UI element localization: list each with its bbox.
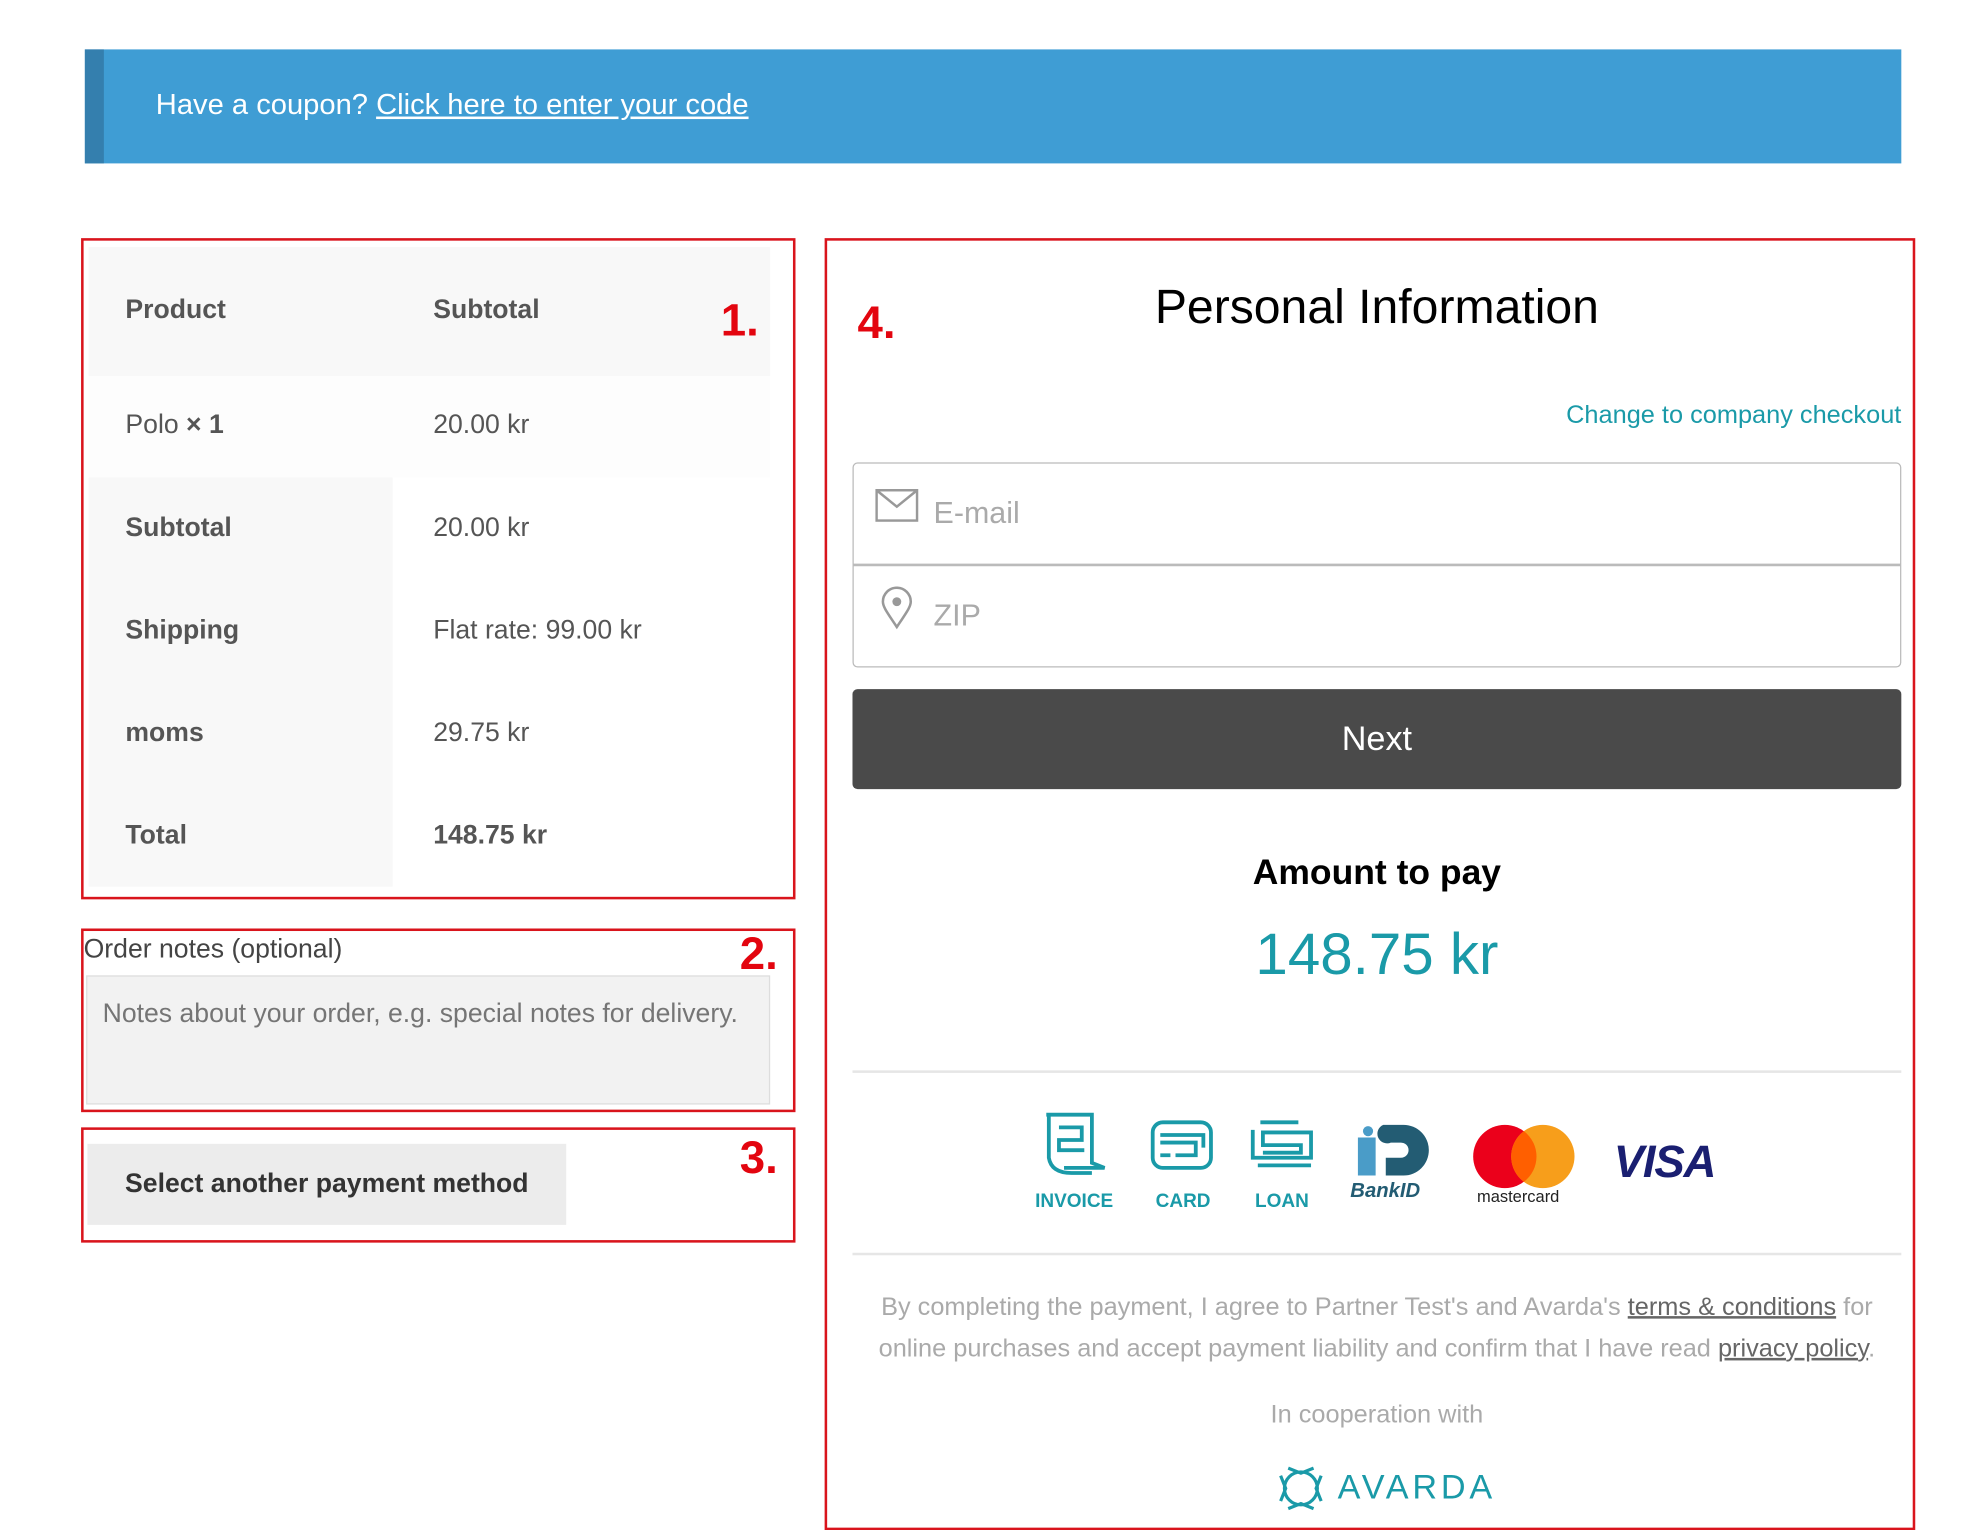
total-label: Shipping [125, 615, 240, 645]
mastercard-text: mastercard [1476, 1186, 1560, 1206]
legal-end: . [1868, 1335, 1876, 1363]
loan-icon [1250, 1120, 1313, 1168]
visa-logo: VISA [1613, 1134, 1717, 1187]
amount-value: 148.75 kr [1255, 920, 1499, 987]
total-label: Subtotal [125, 513, 232, 543]
avarda-logo-icon [1279, 1466, 1323, 1511]
annotation-3: 3. [739, 1131, 778, 1184]
method-card: CARD [1155, 1190, 1211, 1213]
next-button[interactable]: Next [852, 689, 1902, 790]
annotation-2: 2. [739, 927, 778, 980]
mail-icon [875, 488, 919, 522]
total-value: 148.75 kr [433, 820, 548, 850]
privacy-link[interactable]: privacy policy [1718, 1335, 1868, 1363]
legal-text: By completing the payment, I agree to Pa… [852, 1287, 1901, 1371]
email-field[interactable]: E-mail [852, 462, 1902, 565]
header-product: Product [125, 295, 226, 325]
item-price: 20.00 kr [433, 410, 530, 440]
invoice-icon [1046, 1112, 1106, 1175]
divider [852, 1070, 1902, 1073]
bankid-logo [1357, 1124, 1429, 1176]
company-checkout-link[interactable]: Change to company checkout [1566, 402, 1901, 431]
coupon-banner: Have a coupon? Click here to enter your … [84, 49, 1902, 164]
total-value: Flat rate: 99.00 kr [433, 615, 642, 645]
cooperation-text: In cooperation with [1270, 1400, 1484, 1429]
zip-placeholder: ZIP [933, 599, 981, 634]
method-invoice: INVOICE [1035, 1190, 1114, 1213]
coupon-link[interactable]: Click here to enter your code [376, 87, 748, 120]
card-icon [1150, 1120, 1213, 1170]
amount-label: Amount to pay [1252, 852, 1502, 892]
select-payment-method-button[interactable]: Select another payment method [87, 1143, 567, 1225]
total-label: moms [125, 718, 204, 748]
total-label: Total [125, 820, 187, 850]
header-subtotal: Subtotal [433, 295, 540, 325]
zip-field[interactable]: ZIP [852, 564, 1902, 668]
page-title: Personal Information [1154, 281, 1599, 335]
item-qty: × 1 [186, 410, 224, 440]
order-notes-textarea[interactable] [86, 975, 771, 1105]
total-value: 20.00 kr [433, 513, 530, 543]
terms-link[interactable]: terms & conditions [1628, 1293, 1836, 1321]
bankid-text: BankID [1350, 1180, 1421, 1203]
avarda-brand: AVARDA [1337, 1468, 1497, 1507]
order-notes-label: Order notes (optional) [83, 934, 343, 964]
coupon-prompt: Have a coupon? [155, 87, 368, 121]
total-value: 29.75 kr [433, 718, 530, 748]
legal-pre: By completing the payment, I agree to Pa… [881, 1293, 1628, 1322]
location-pin-icon [881, 586, 913, 630]
annotation-1: 1. [720, 293, 759, 346]
divider [852, 1252, 1902, 1256]
email-placeholder: E-mail [933, 496, 1020, 531]
item-name: Polo [125, 410, 179, 440]
mastercard-logo [1473, 1124, 1575, 1189]
method-loan: LOAN [1254, 1190, 1309, 1213]
